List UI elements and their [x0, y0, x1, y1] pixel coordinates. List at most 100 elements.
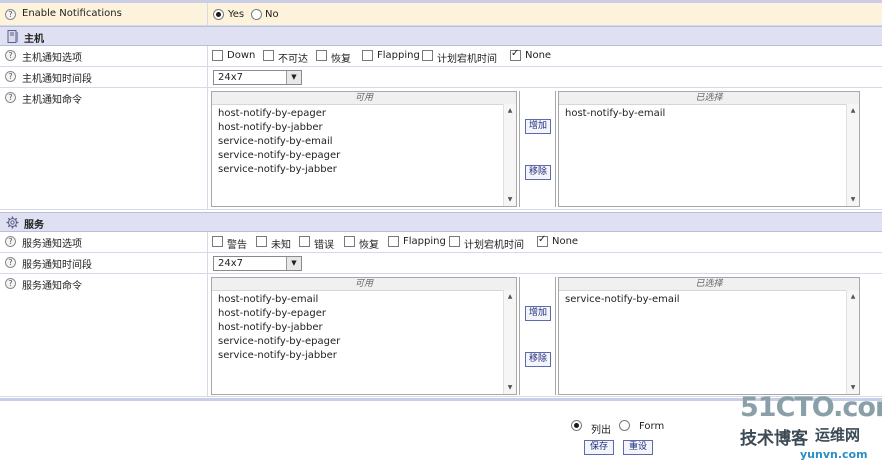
service-section-title: 服务: [24, 220, 44, 231]
host-options-row: ? 主机通知选项 Down 不可达 恢复 Flapping 计划宕机时间 None: [0, 46, 882, 67]
label-cell: ? 主机通知命令: [0, 88, 208, 209]
list-item[interactable]: service-notify-by-epager: [218, 149, 340, 163]
service-option-label: 错误: [314, 240, 334, 251]
scroll-down-icon[interactable]: ▼: [504, 384, 516, 391]
scrollbar[interactable]: ▲ ▼: [503, 104, 516, 206]
host-remove-button[interactable]: 移除: [525, 165, 551, 180]
list-item[interactable]: service-notify-by-email: [218, 135, 340, 149]
service-available-items: host-notify-by-email host-notify-by-epage…: [218, 293, 340, 363]
scroll-up-icon[interactable]: ▲: [847, 293, 859, 300]
chevron-down-icon[interactable]: ▼: [286, 257, 301, 270]
reset-button[interactable]: 重设: [623, 440, 653, 455]
host-option-label: 计划宕机时间: [437, 54, 497, 65]
help-icon[interactable]: ?: [5, 92, 16, 103]
service-option-checkbox[interactable]: [212, 236, 223, 247]
scroll-up-icon[interactable]: ▲: [504, 107, 516, 114]
service-selected-list[interactable]: 已选择 service-notify-by-email ▲ ▼: [558, 277, 860, 395]
service-selected-items: service-notify-by-email: [565, 293, 680, 307]
list-item[interactable]: service-notify-by-email: [565, 293, 680, 307]
enable-notifications-row: ? Enable Notifications Yes No: [0, 3, 882, 26]
selected-header: 已选择: [559, 278, 859, 291]
service-option-checkbox[interactable]: [299, 236, 310, 247]
host-selected-list[interactable]: 已选择 host-notify-by-email ▲ ▼: [558, 91, 860, 207]
list-item[interactable]: host-notify-by-email: [565, 107, 665, 121]
service-available-list[interactable]: 可用 host-notify-by-email host-notify-by-ep…: [211, 277, 517, 395]
list-item[interactable]: host-notify-by-epager: [218, 307, 340, 321]
host-period-select[interactable]: 24x7 ▼: [213, 70, 302, 85]
scroll-down-icon[interactable]: ▼: [847, 196, 859, 203]
host-option-checkbox[interactable]: [362, 50, 373, 61]
view-form-radio[interactable]: [619, 420, 630, 431]
list-item[interactable]: service-notify-by-jabber: [218, 349, 340, 363]
available-header: 可用: [212, 278, 516, 291]
service-add-button[interactable]: 增加: [525, 306, 551, 321]
service-transfer-column: 增加 移除: [519, 277, 556, 395]
no-radio[interactable]: [251, 9, 262, 20]
view-list-radio[interactable]: [571, 420, 582, 431]
scroll-down-icon[interactable]: ▼: [504, 196, 516, 203]
service-options-row: ? 服务通知选项 警告 未知 错误 恢复 Flapping 计划宕机时间 None: [0, 232, 882, 253]
host-option-label: 不可达: [278, 54, 308, 65]
service-period-label: 服务通知时间段: [22, 260, 92, 271]
service-option-checkbox[interactable]: [449, 236, 460, 247]
scrollbar[interactable]: ▲ ▼: [846, 104, 859, 206]
service-option-label: 计划宕机时间: [464, 240, 524, 251]
chevron-down-icon[interactable]: ▼: [286, 71, 301, 84]
scrollbar[interactable]: ▲ ▼: [846, 290, 859, 394]
service-remove-button[interactable]: 移除: [525, 352, 551, 367]
service-period-row: ? 服务通知时间段 24x7 ▼: [0, 253, 882, 274]
service-option-label: None: [552, 236, 579, 247]
help-icon[interactable]: ?: [5, 236, 16, 247]
service-command-label: 服务通知命令: [22, 281, 82, 292]
service-option-checkbox[interactable]: [344, 236, 355, 247]
list-item[interactable]: host-notify-by-epager: [218, 107, 340, 121]
scroll-down-icon[interactable]: ▼: [847, 384, 859, 391]
service-option-checkbox[interactable]: [537, 234, 548, 247]
help-icon[interactable]: ?: [5, 50, 16, 61]
host-period-row: ? 主机通知时间段 24x7 ▼: [0, 67, 882, 88]
host-period-label: 主机通知时间段: [22, 74, 92, 85]
service-option-checkbox[interactable]: [388, 236, 399, 247]
label-cell: ? 主机通知时间段: [0, 67, 208, 87]
host-option-checkbox[interactable]: [316, 50, 327, 61]
host-available-list[interactable]: 可用 host-notify-by-epager host-notify-by-j…: [211, 91, 517, 207]
host-add-button[interactable]: 增加: [525, 119, 551, 134]
selected-header: 已选择: [559, 92, 859, 105]
list-item[interactable]: host-notify-by-jabber: [218, 121, 340, 135]
host-section-title: 主机: [24, 34, 44, 45]
host-option-checkbox[interactable]: [212, 50, 223, 61]
help-icon[interactable]: ?: [5, 257, 16, 268]
help-icon[interactable]: ?: [5, 9, 16, 20]
host-option-label: Flapping: [377, 50, 420, 61]
host-available-items: host-notify-by-epager host-notify-by-jabb…: [218, 107, 340, 177]
host-option-checkbox[interactable]: [422, 50, 433, 61]
service-option-label: Flapping: [403, 236, 446, 247]
host-selected-items: host-notify-by-email: [565, 107, 665, 121]
service-option-label: 警告: [227, 240, 247, 251]
service-option-label: 恢复: [359, 240, 379, 251]
scrollbar[interactable]: ▲ ▼: [503, 290, 516, 394]
help-icon[interactable]: ?: [5, 71, 16, 82]
yes-radio[interactable]: [213, 9, 224, 20]
scroll-up-icon[interactable]: ▲: [847, 107, 859, 114]
host-option-label: Down: [227, 50, 256, 61]
list-item[interactable]: host-notify-by-jabber: [218, 321, 340, 335]
host-option-checkbox[interactable]: [263, 50, 274, 61]
help-icon[interactable]: ?: [5, 278, 16, 289]
service-period-select[interactable]: 24x7 ▼: [213, 256, 302, 271]
scroll-up-icon[interactable]: ▲: [504, 293, 516, 300]
service-option-label: 未知: [271, 240, 291, 251]
watermark-line2b: 运维网: [815, 426, 861, 444]
host-command-row: ? 主机通知命令 可用 host-notify-by-epager host-no…: [0, 88, 882, 210]
service-option-checkbox[interactable]: [256, 236, 267, 247]
gear-icon: [6, 216, 19, 229]
label-cell: ? Enable Notifications: [0, 3, 208, 25]
host-option-checkbox[interactable]: [510, 48, 521, 61]
list-item[interactable]: service-notify-by-jabber: [218, 163, 340, 177]
service-command-row: ? 服务通知命令 可用 host-notify-by-email host-not…: [0, 274, 882, 397]
list-item[interactable]: host-notify-by-email: [218, 293, 340, 307]
service-options-label: 服务通知选项: [22, 239, 82, 250]
save-button[interactable]: 保存: [584, 440, 614, 455]
watermark-line2a: 技术博客: [740, 429, 808, 449]
list-item[interactable]: service-notify-by-epager: [218, 335, 340, 349]
